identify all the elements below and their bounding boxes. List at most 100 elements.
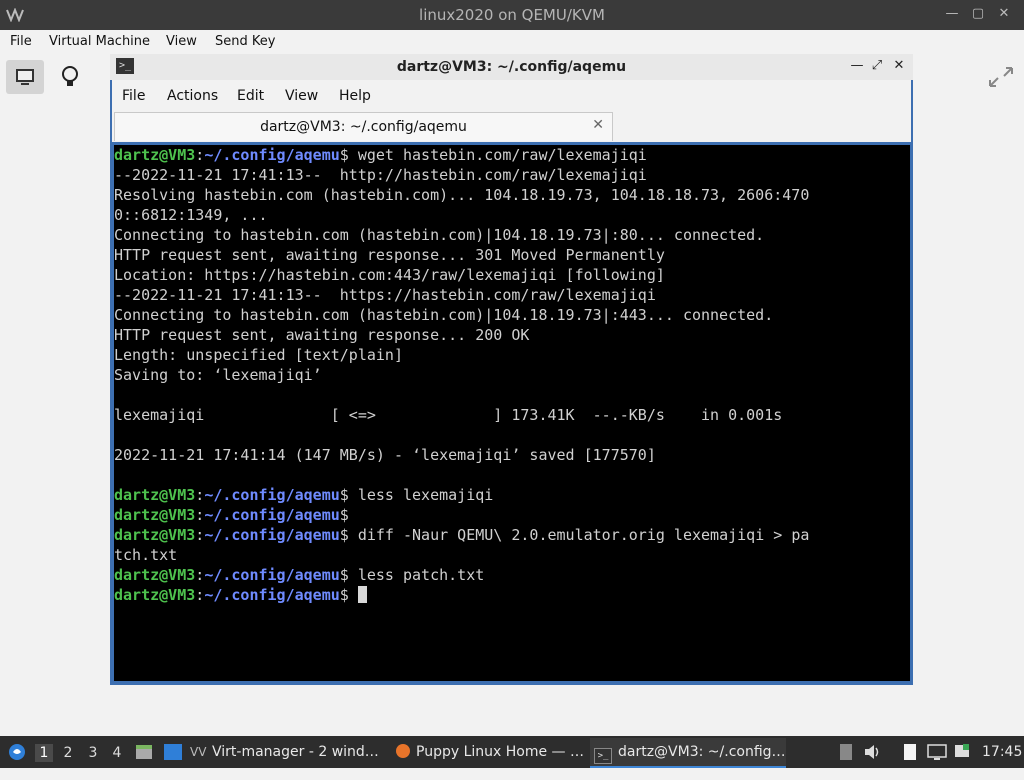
fullscreen-icon [989,67,1013,87]
menu-send-key[interactable]: Send Key [215,34,275,49]
terminal-line: 2022-11-21 17:41:14 (147 MB/s) - ‘lexema… [114,446,656,464]
clock[interactable]: 17:45 [982,736,1022,768]
workspace-4[interactable]: 4 [108,744,126,762]
terminal-line: 0::6812:1349, ... [114,206,268,224]
terminal-line: dartz@VM3:~/.config/aqemu$ less patch.tx… [114,566,485,584]
terminal-title: dartz@VM3: ~/.config/aqemu [396,59,627,75]
monitor-icon [16,69,34,85]
virt-manager-icon: VV [190,745,207,759]
show-desktop-launcher[interactable] [162,736,184,768]
clipboard-icon [840,744,852,760]
prompt-path: ~/.config/aqemu [204,586,340,604]
terminal-line: HTTP request sent, awaiting response... … [114,246,665,264]
terminal-line: Resolving hastebin.com (hastebin.com)...… [114,186,810,204]
workspace-2[interactable]: 2 [59,744,77,762]
close-icon[interactable]: ✕ [996,6,1012,22]
prompt-user: dartz@VM3 [114,146,196,164]
terminal-line: dartz@VM3:~/.config/aqemu$ wget hastebin… [114,146,647,164]
terminal-menu-view[interactable]: View [285,88,318,104]
terminal-line: dartz@VM3:~/.config/aqemu$ [114,506,349,524]
desktop-icon [164,744,182,760]
start-menu-button[interactable] [6,736,28,768]
terminal-window: >_ dartz@VM3: ~/.config/aqemu — ⤢ ✕ File… [110,54,913,685]
terminal-menu-help[interactable]: Help [339,88,371,104]
taskbar: 1 2 3 4 VV Virt-manager - 2 wind… Puppy L… [0,736,1024,768]
terminal-text: dartz@VM3:~/.config/aqemu$ wget hastebin… [114,145,910,605]
prompt-user: dartz@VM3 [114,486,196,504]
prompt-user: dartz@VM3 [114,566,196,584]
terminal-menubar: File Actions Edit View Help [112,80,911,110]
details-view-button[interactable] [52,60,90,94]
prompt-user: dartz@VM3 [114,586,196,604]
command-text: $ [339,586,358,604]
file-manager-launcher[interactable] [134,736,154,768]
terminal-line: --2022-11-21 17:41:13-- https://hastebin… [114,286,656,304]
notes-icon [904,744,916,760]
file-manager-icon [136,745,152,759]
prompt-path: ~/.config/aqemu [204,146,340,164]
network-icon [955,744,969,757]
minimize-icon[interactable]: — [848,57,866,75]
menu-file[interactable]: File [10,34,32,49]
firefox-icon [396,744,410,758]
task-firefox[interactable]: Puppy Linux Home — … [392,738,584,766]
prompt-path: ~/.config/aqemu [204,566,340,584]
terminal-line: dartz@VM3:~/.config/aqemu$ [114,585,910,605]
vm-menubar: File Virtual Machine View Send Key [0,30,1024,54]
command-text: $ less lexemajiqi [339,486,494,504]
command-text: $ diff -Naur QEMU\ 2.0.emulator.orig lex… [339,526,810,544]
network-tray[interactable] [952,736,972,768]
workspace-3[interactable]: 3 [84,744,102,762]
terminal-output[interactable]: dartz@VM3:~/.config/aqemu$ wget hastebin… [114,145,910,681]
terminal-line: HTTP request sent, awaiting response... … [114,326,530,344]
console-view-button[interactable] [6,60,44,94]
terminal-line: Connecting to hastebin.com (hastebin.com… [114,226,765,244]
terminal-line: Length: unspecified [text/plain] [114,346,403,364]
terminal-menu-actions[interactable]: Actions [167,88,218,104]
display-icon [927,744,947,760]
command-text: $ less patch.txt [339,566,485,584]
prompt-path: ~/.config/aqemu [204,486,340,504]
terminal-line: Saving to: ‘lexemajiqi’ [114,366,322,384]
maximize-icon[interactable]: ⤢ [868,57,886,75]
terminal-line: Connecting to hastebin.com (hastebin.com… [114,306,774,324]
fullscreen-button[interactable] [986,64,1016,90]
command-text: $ [339,506,349,524]
close-icon[interactable]: ✕ [890,57,908,75]
task-terminal[interactable]: >_ dartz@VM3: ~/.config… [590,738,786,768]
display-tray[interactable] [926,736,948,768]
notes-tray[interactable] [900,736,920,768]
terminal-menu-file[interactable]: File [122,88,145,104]
task-virt-manager[interactable]: VV Virt-manager - 2 wind… [190,738,382,766]
task-label: Puppy Linux Home — … [416,744,584,760]
task-label: dartz@VM3: ~/.config… [618,744,786,760]
prompt-path: ~/.config/aqemu [204,526,340,544]
terminal-line: dartz@VM3:~/.config/aqemu$ less lexemaji… [114,486,494,504]
volume-tray[interactable] [862,736,882,768]
terminal-line: tch.txt [114,546,178,564]
vm-toolbar [0,54,110,102]
terminal-tab[interactable]: dartz@VM3: ~/.config/aqemu ✕ [114,112,613,141]
maximize-icon[interactable]: ▢ [970,6,986,22]
terminal-line: Location: https://hastebin.com:443/raw/l… [114,266,665,284]
clipboard-tray[interactable] [836,736,856,768]
volume-icon [865,745,879,759]
minimize-icon[interactable]: — [944,6,960,22]
command-text: $ wget hastebin.com/raw/lexemajiqi [339,146,647,164]
terminal-icon: >_ [594,748,612,764]
menu-view[interactable]: View [166,34,197,49]
prompt-path: ~/.config/aqemu [204,506,340,524]
terminal-tabbar: dartz@VM3: ~/.config/aqemu ✕ [112,110,911,142]
close-tab-icon[interactable]: ✕ [592,117,604,133]
prompt-user: dartz@VM3 [114,506,196,524]
menu-virtual-machine[interactable]: Virtual Machine [49,34,150,49]
terminal-line: lexemajiqi [ <=> ] 173.41K --.-KB/s in 0… [114,406,783,424]
workspace-1[interactable]: 1 [35,744,53,762]
terminal-menu-edit[interactable]: Edit [237,88,264,104]
terminal-line: dartz@VM3:~/.config/aqemu$ diff -Naur QE… [114,526,810,544]
terminal-tab-label: dartz@VM3: ~/.config/aqemu [260,119,467,135]
task-label: Virt-manager - 2 wind… [212,744,379,760]
